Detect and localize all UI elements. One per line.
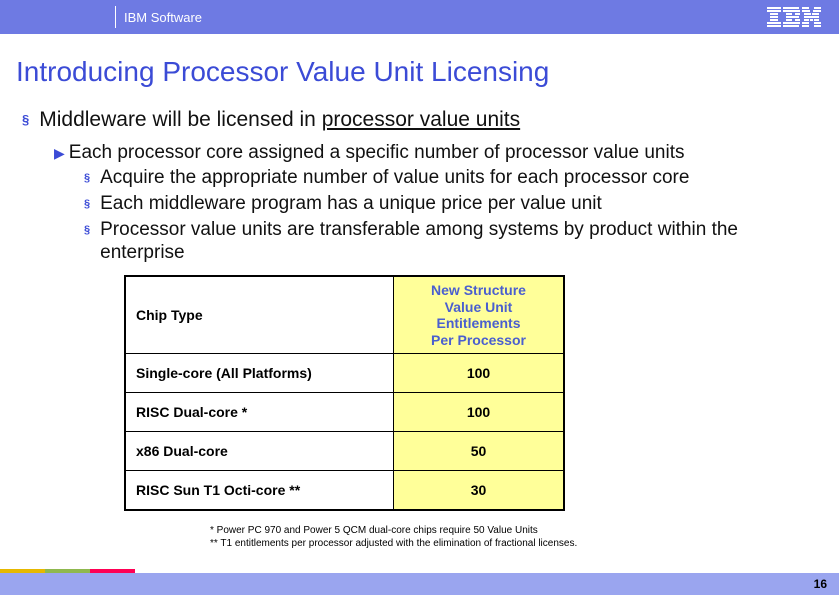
bullet-l3c-text: Processor value units are transferable a…	[100, 218, 823, 266]
header-bar: IBM Software	[0, 0, 839, 34]
table-row: Single-core (All Platforms) 100	[126, 354, 564, 393]
bullet-l3a-text: Acquire the appropriate number of value …	[100, 166, 823, 190]
value-cell: 100	[394, 354, 564, 393]
page-title: Introducing Processor Value Unit Licensi…	[0, 56, 839, 100]
bullet-level3: § Processor value units are transferable…	[84, 218, 823, 266]
bullet-l2-text: Each processor core assigned a specific …	[69, 142, 685, 164]
header-gap	[0, 34, 839, 56]
page-number: 16	[814, 577, 827, 591]
value-unit-table: Chip Type New Structure Value Unit Entit…	[124, 275, 565, 511]
ibm-logo-icon	[767, 7, 821, 27]
table-row: x86 Dual-core 50	[126, 432, 564, 471]
bullet-l1-prefix: Middleware will be licensed in	[39, 108, 321, 131]
square-bullet-icon: §	[84, 198, 90, 210]
footnote-1: * Power PC 970 and Power 5 QCM dual-core…	[210, 524, 823, 537]
value-cell: 30	[394, 471, 564, 510]
header-divider	[115, 6, 116, 28]
triangle-bullet-icon: ▶	[54, 145, 65, 162]
bullet-level3: § Each middleware program has a unique p…	[84, 192, 823, 216]
square-bullet-icon: §	[22, 112, 29, 127]
chip-cell: Single-core (All Platforms)	[126, 354, 394, 393]
header-brand-label: IBM Software	[124, 10, 767, 25]
value-cell: 50	[394, 432, 564, 471]
bullet-l1-text: Middleware will be licensed in processor…	[39, 108, 520, 132]
chip-cell: x86 Dual-core	[126, 432, 394, 471]
bullet-level3: § Acquire the appropriate number of valu…	[84, 166, 823, 190]
th-l2: Value Unit	[445, 299, 513, 315]
th-l3: Entitlements	[436, 315, 520, 331]
bullet-l3b-text: Each middleware program has a unique pri…	[100, 192, 823, 216]
value-cell: 100	[394, 393, 564, 432]
table-header-row: Chip Type New Structure Value Unit Entit…	[126, 277, 564, 354]
table-row: RISC Dual-core * 100	[126, 393, 564, 432]
footer-bar: 16	[0, 573, 839, 595]
square-bullet-icon: §	[84, 172, 90, 184]
content-area: § Middleware will be licensed in process…	[0, 108, 839, 550]
footnotes: * Power PC 970 and Power 5 QCM dual-core…	[210, 524, 823, 550]
bullet-level1: § Middleware will be licensed in process…	[22, 108, 823, 132]
table-header-value: New Structure Value Unit Entitlements Pe…	[394, 277, 564, 354]
table-row: RISC Sun T1 Octi-core ** 30	[126, 471, 564, 510]
th-l4: Per Processor	[431, 332, 526, 348]
chip-cell: RISC Sun T1 Octi-core **	[126, 471, 394, 510]
th-l1: New Structure	[431, 282, 526, 298]
table-header-chip: Chip Type	[126, 277, 394, 354]
square-bullet-icon: §	[84, 224, 90, 236]
header-spacer	[0, 0, 115, 34]
footnote-2: ** T1 entitlements per processor adjuste…	[210, 537, 823, 550]
bullet-level2: ▶ Each processor core assigned a specifi…	[54, 142, 823, 164]
chip-cell: RISC Dual-core *	[126, 393, 394, 432]
bullet-l1-underlined: processor value units	[322, 108, 520, 131]
